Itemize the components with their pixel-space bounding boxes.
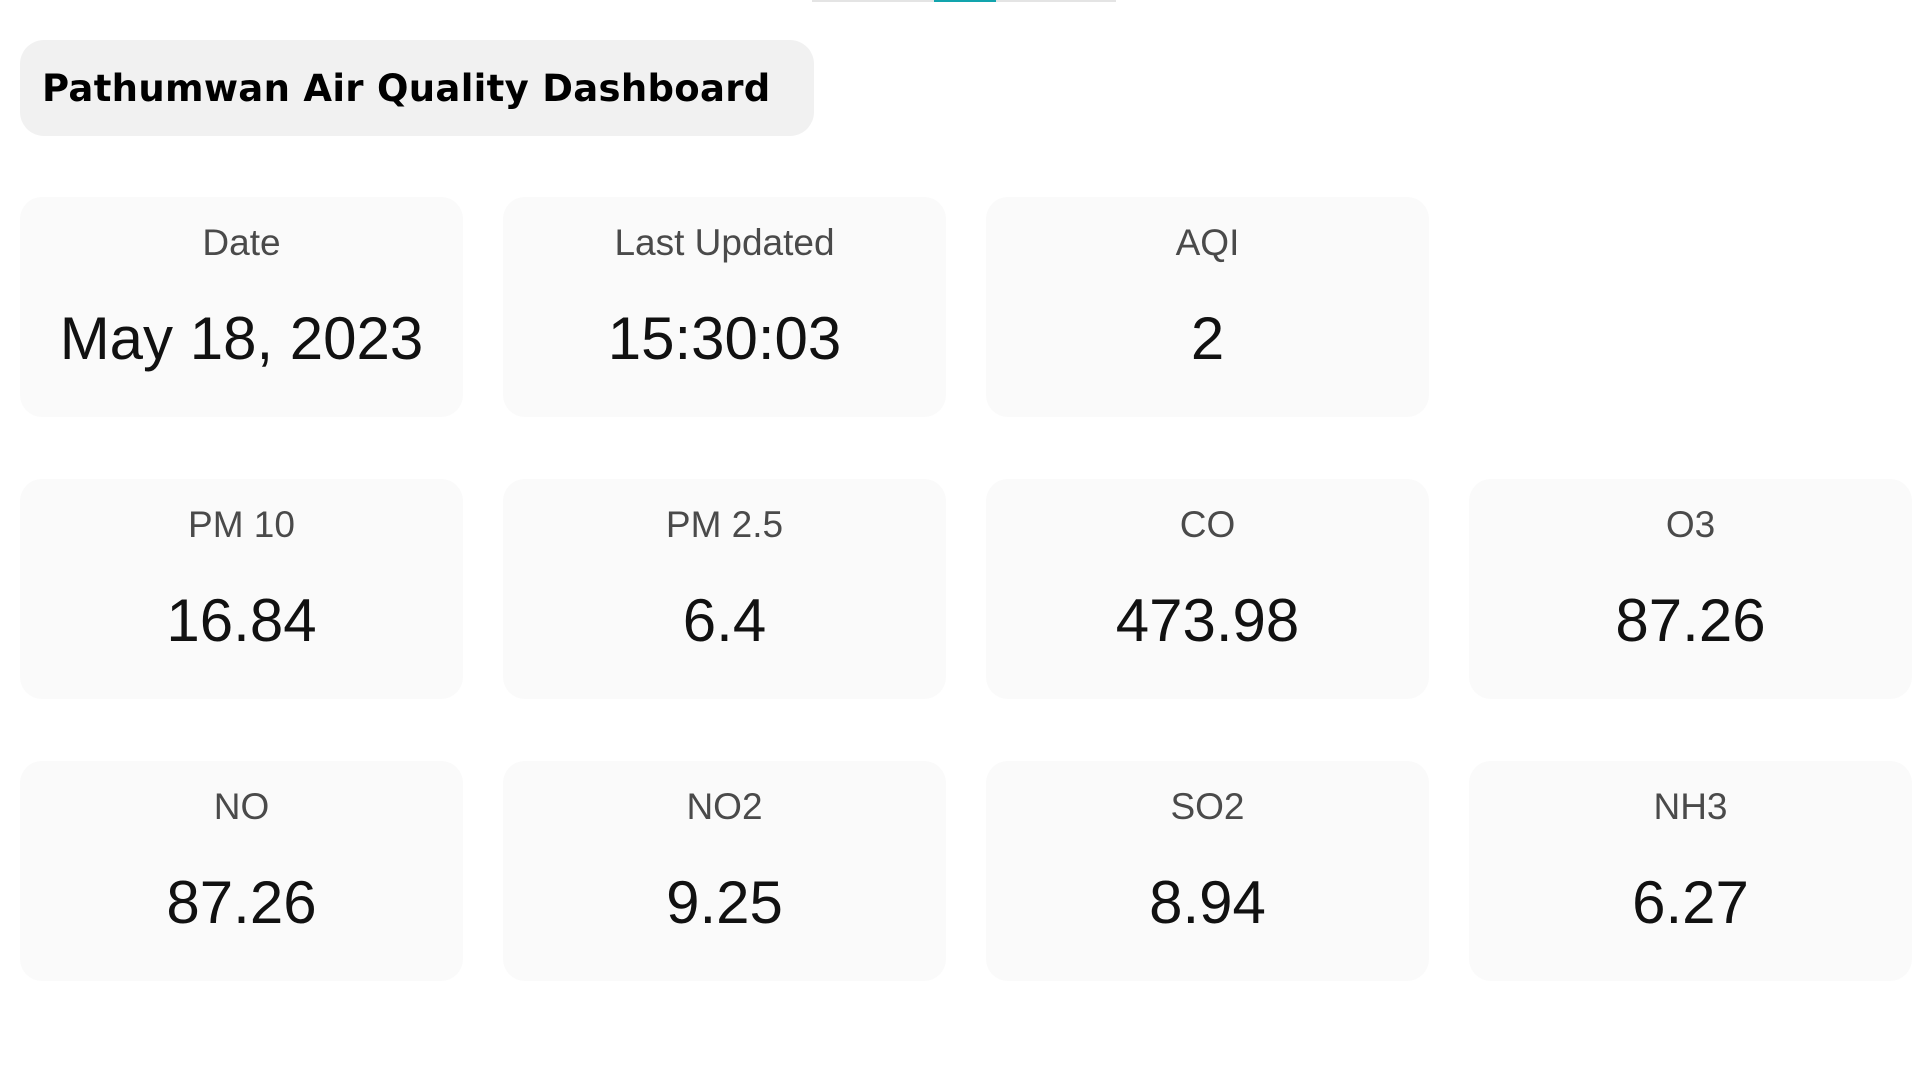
- co-label: CO: [1179, 504, 1236, 545]
- dashboard-title-box: Pathumwan Air Quality Dashboard: [20, 40, 814, 136]
- so2-card: SO2 8.94: [986, 761, 1429, 981]
- date-label: Date: [202, 222, 281, 263]
- o3-label: O3: [1665, 504, 1716, 545]
- so2-label: SO2: [1170, 786, 1245, 827]
- pm10-value: 16.84: [166, 587, 317, 654]
- date-card: Date May 18, 2023: [20, 197, 463, 417]
- nh3-label: NH3: [1653, 786, 1728, 827]
- aqi-value: 2: [1190, 305, 1225, 372]
- so2-value: 8.94: [1149, 869, 1266, 936]
- last-updated-value: 15:30:03: [607, 305, 842, 372]
- active-tab-indicator: [934, 0, 996, 2]
- pm25-label: PM 2.5: [665, 504, 784, 545]
- o3-value: 87.26: [1615, 587, 1766, 654]
- no-value: 87.26: [166, 869, 317, 936]
- page-title: Pathumwan Air Quality Dashboard: [42, 66, 771, 110]
- no2-value: 9.25: [666, 869, 783, 936]
- tab-indicator: [812, 0, 1116, 2]
- nh3-card: NH3 6.27: [1469, 761, 1912, 981]
- date-value: May 18, 2023: [59, 305, 424, 372]
- empty-grid-cell: [1469, 197, 1912, 417]
- no2-card: NO2 9.25: [503, 761, 946, 981]
- co-card: CO 473.98: [986, 479, 1429, 699]
- metrics-grid: Date May 18, 2023 Last Updated 15:30:03 …: [20, 197, 1912, 981]
- o3-card: O3 87.26: [1469, 479, 1912, 699]
- no-label: NO: [213, 786, 270, 827]
- pm25-value: 6.4: [682, 587, 767, 654]
- no-card: NO 87.26: [20, 761, 463, 981]
- aqi-card: AQI 2: [986, 197, 1429, 417]
- last-updated-label: Last Updated: [614, 222, 835, 263]
- aqi-label: AQI: [1175, 222, 1240, 263]
- no2-label: NO2: [686, 786, 763, 827]
- pm10-card: PM 10 16.84: [20, 479, 463, 699]
- nh3-value: 6.27: [1632, 869, 1749, 936]
- co-value: 473.98: [1115, 587, 1300, 654]
- pm10-label: PM 10: [188, 504, 295, 545]
- pm25-card: PM 2.5 6.4: [503, 479, 946, 699]
- last-updated-card: Last Updated 15:30:03: [503, 197, 946, 417]
